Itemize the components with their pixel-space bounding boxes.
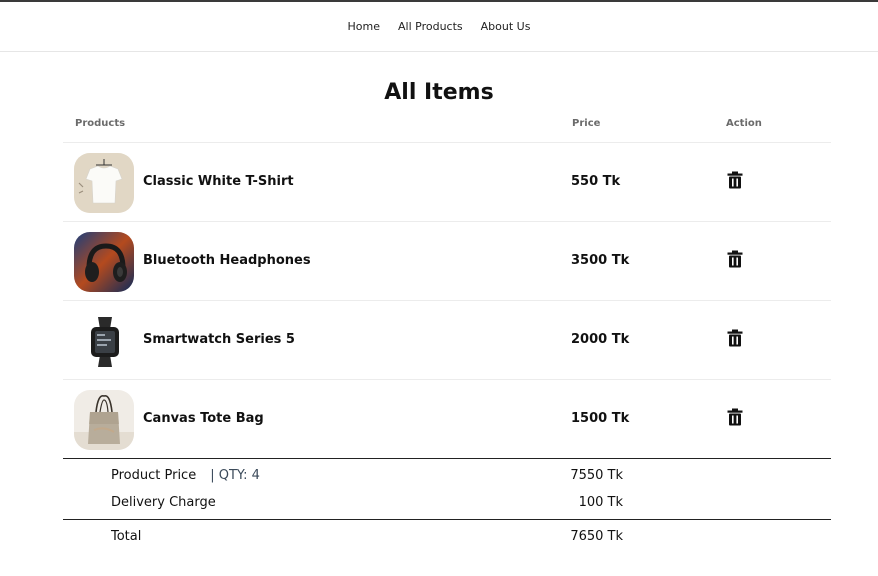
headphones-image	[74, 232, 134, 292]
product-price-total: 7550 Tk	[570, 468, 623, 483]
product-name: Smartwatch Series 5	[143, 332, 295, 347]
nav-link-about-us[interactable]: About Us	[481, 20, 531, 33]
trash-icon[interactable]	[727, 329, 743, 347]
product-name: Classic White T-Shirt	[143, 174, 294, 189]
product-name: Canvas Tote Bag	[143, 411, 264, 426]
table-row: Smartwatch Series 5 2000 Tk	[63, 300, 831, 379]
product-price: 3500 Tk	[571, 253, 630, 268]
smartwatch-image	[74, 311, 134, 371]
total-label: Total	[111, 529, 142, 544]
product-price: 550 Tk	[571, 174, 621, 189]
column-header-price: Price	[572, 118, 601, 129]
summary-divider	[63, 458, 831, 459]
nav-link-home[interactable]: Home	[348, 20, 380, 33]
delivery-charge-label: Delivery Charge	[111, 495, 216, 510]
column-header-action: Action	[726, 118, 762, 129]
trash-icon[interactable]	[727, 250, 743, 268]
cart-items-table: Classic White T-Shirt 550 Tk Bluetooth H…	[63, 142, 831, 458]
column-header-products: Products	[75, 118, 126, 129]
product-price: 1500 Tk	[571, 411, 630, 426]
table-row: Canvas Tote Bag 1500 Tk	[63, 379, 831, 458]
product-name: Bluetooth Headphones	[143, 253, 311, 268]
delivery-charge-value: 100 Tk	[578, 495, 623, 510]
product-price-label: Product Price	[111, 468, 197, 483]
tote-bag-image	[74, 390, 134, 450]
product-price-label-row: Product Price | QTY: 4	[111, 468, 260, 483]
quantity-text: | QTY: 4	[210, 468, 260, 483]
trash-icon[interactable]	[727, 408, 743, 426]
page-title: All Items	[384, 80, 494, 105]
total-value: 7650 Tk	[570, 529, 623, 544]
table-row: Bluetooth Headphones 3500 Tk	[63, 221, 831, 300]
product-price: 2000 Tk	[571, 332, 630, 347]
top-navbar: Home All Products About Us	[0, 2, 878, 52]
nav-link-all-products[interactable]: All Products	[398, 20, 463, 33]
trash-icon[interactable]	[727, 171, 743, 189]
table-row: Classic White T-Shirt 550 Tk	[63, 142, 831, 221]
total-divider	[63, 519, 831, 520]
tshirt-image	[74, 153, 134, 213]
